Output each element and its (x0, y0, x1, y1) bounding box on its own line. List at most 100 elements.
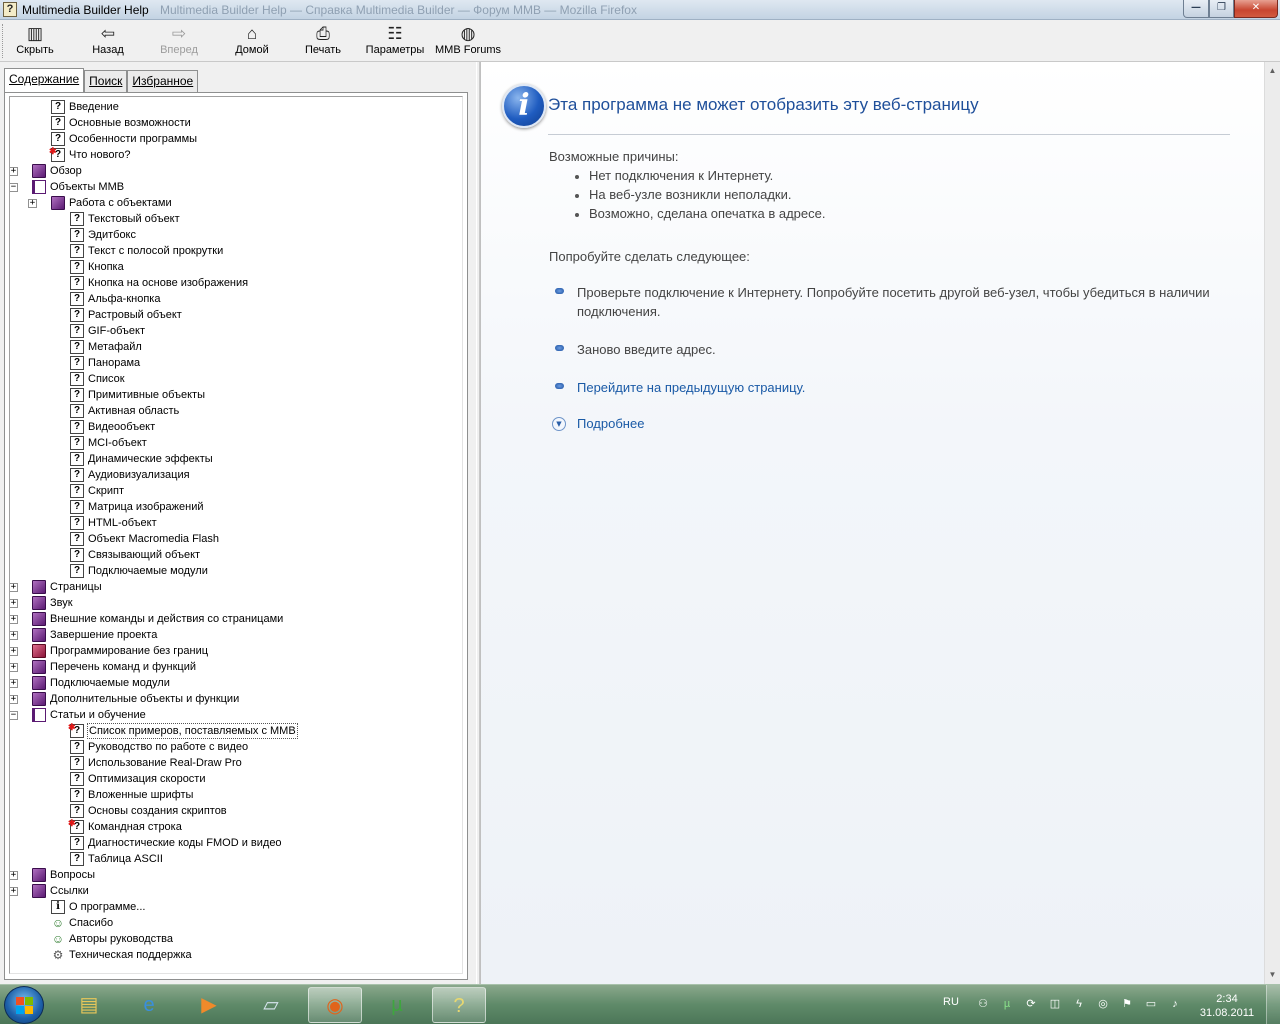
expand-icon[interactable]: + (10, 583, 18, 592)
expand-icon[interactable]: + (10, 887, 18, 896)
tree-item[interactable]: ? Командная строка (10, 817, 462, 835)
tree-item[interactable]: i О программе... (10, 899, 462, 915)
tree-item[interactable]: ? HTML-объект (10, 515, 462, 531)
show-desktop-button[interactable] (1266, 985, 1280, 1024)
collapse-icon[interactable]: − (10, 183, 18, 192)
tree-item[interactable]: ? Вложенные шрифты (10, 787, 462, 803)
tree-item[interactable]: ? MCI-объект (10, 435, 462, 451)
tree-item[interactable]: ? Основные возможности (10, 115, 462, 131)
tree-item[interactable]: + Программирование без границ (10, 643, 462, 659)
expand-icon[interactable]: + (10, 647, 18, 656)
tree-item[interactable]: + Работа с объектами (10, 195, 462, 211)
tree-item[interactable]: ? Панорама (10, 355, 462, 371)
tree-item[interactable]: − Статьи и обучение (10, 707, 462, 723)
tree-item[interactable]: ? Таблица ASCII (10, 851, 462, 867)
collapse-icon[interactable]: − (10, 711, 18, 720)
tab-search[interactable]: Поиск (84, 70, 128, 92)
tree-item[interactable]: ? Связывающий объект (10, 547, 462, 563)
tree-item[interactable]: ☺ Авторы руководства (10, 931, 462, 947)
tree-item[interactable]: ? Скрипт (10, 483, 462, 499)
tree-item[interactable]: ? Активная область (10, 403, 462, 419)
tree-item[interactable]: ? Что нового? (10, 145, 462, 163)
tree-item[interactable]: ? Метафайл (10, 339, 462, 355)
clock[interactable]: 2:34 31.08.2011 (1198, 992, 1256, 1020)
tree-item[interactable]: ? Растровый объект (10, 307, 462, 323)
tree-item[interactable]: + Вопросы (10, 867, 462, 883)
expand-icon[interactable]: + (10, 631, 18, 640)
tree-item[interactable]: ⚙ Техническая поддержка (10, 947, 462, 963)
tree-item[interactable]: ? Примитивные объекты (10, 387, 462, 403)
tree-item[interactable]: ? Основы создания скриптов (10, 803, 462, 819)
hide-button[interactable]: ▥ Скрыть (12, 24, 58, 60)
tree-item[interactable]: ? Динамические эффекты (10, 451, 462, 467)
tree-item[interactable]: ? Введение (10, 99, 462, 115)
tray-sync-icon[interactable]: ⟳ (1024, 997, 1038, 1011)
tray-utorrent-icon[interactable]: µ (1000, 997, 1014, 1011)
print-button[interactable]: ⎙ Печать (300, 24, 346, 60)
tree-item[interactable]: + Ссылки (10, 883, 462, 899)
taskbar-explorer-button[interactable]: ▤ (62, 987, 116, 1023)
close-button[interactable]: ✕ (1234, 0, 1278, 18)
tray-bolt-icon[interactable]: ϟ (1072, 997, 1086, 1011)
tree-item[interactable]: ? Руководство по работе с видео (10, 739, 462, 755)
forward-button[interactable]: ⇨ Вперед (156, 24, 202, 60)
expand-icon[interactable]: + (28, 199, 37, 208)
tree-item[interactable]: + Подключаемые модули (10, 675, 462, 691)
tray-flag-icon[interactable]: ⚑ (1120, 997, 1134, 1011)
previous-page-link[interactable]: Перейдите на предыдущую страницу. (577, 378, 1217, 397)
tree-item[interactable]: + Страницы (10, 579, 462, 595)
home-button[interactable]: ⌂ Домой (230, 24, 274, 60)
expand-icon[interactable]: + (10, 663, 18, 672)
tray-volume-icon[interactable]: ♪ (1168, 997, 1182, 1011)
expand-icon[interactable]: + (10, 615, 18, 624)
tree-item[interactable]: + Перечень команд и функций (10, 659, 462, 675)
taskbar-utorrent-button[interactable]: µ (370, 987, 424, 1023)
options-button[interactable]: ☷ Параметры (364, 24, 426, 60)
tree-item[interactable]: + Дополнительные объекты и функции (10, 691, 462, 707)
tree-item[interactable]: ? Кнопка на основе изображения (10, 275, 462, 291)
maximize-button[interactable]: ❐ (1209, 0, 1234, 18)
tree-item[interactable]: + Обзор (10, 163, 462, 179)
tree-item[interactable]: ? Видеообъект (10, 419, 462, 435)
tray-app-icon[interactable]: ◫ (1048, 997, 1062, 1011)
tab-contents[interactable]: Содержание (4, 68, 85, 92)
mmb-forums-button[interactable]: ◍ MMB Forums (434, 24, 502, 60)
taskbar-notes-button[interactable]: ▱ (244, 987, 298, 1023)
taskbar-media-player-button[interactable]: ▶ (182, 987, 236, 1023)
tree-item[interactable]: ? Объект Macromedia Flash (10, 531, 462, 547)
taskbar-internet-explorer-button[interactable]: e (122, 987, 176, 1023)
tray-disc-icon[interactable]: ◎ (1096, 997, 1110, 1011)
tree-item[interactable]: ? Текст с полосой прокрутки (10, 243, 462, 259)
expand-icon[interactable]: + (10, 695, 18, 704)
tab-favorites[interactable]: Избранное (127, 70, 199, 92)
taskbar-help-button[interactable]: ? (432, 987, 486, 1023)
expand-icon[interactable]: + (10, 599, 18, 608)
contents-tree-view[interactable]: ? Введение? Основные возможности? Особеннос… (9, 96, 463, 974)
minimize-button[interactable]: — (1183, 0, 1209, 18)
scroll-up-icon[interactable]: ▲ (1267, 64, 1278, 78)
taskbar-firefox-button[interactable]: ◉ (308, 987, 362, 1023)
tree-item[interactable]: ? Эдитбокс (10, 227, 462, 243)
language-indicator[interactable]: RU (943, 996, 959, 1008)
expand-icon[interactable]: + (10, 871, 18, 880)
tree-item[interactable]: ? Альфа-кнопка (10, 291, 462, 307)
title-bar[interactable]: ? Multimedia Builder Help Multimedia Bui… (0, 0, 1280, 20)
tray-monitor-icon[interactable]: ▭ (1144, 997, 1158, 1011)
tree-item[interactable]: ☺ Спасибо (10, 915, 462, 931)
tree-item[interactable]: ? Кнопка (10, 259, 462, 275)
expand-icon[interactable]: + (10, 167, 18, 176)
tree-item[interactable]: ?Список примеров, поставляемых с MMB (10, 721, 462, 739)
start-button[interactable] (4, 986, 44, 1024)
tree-item[interactable]: ? GIF-объект (10, 323, 462, 339)
tree-item[interactable]: ? Аудиовизуализация (10, 467, 462, 483)
tree-item[interactable]: + Завершение проекта (10, 627, 462, 643)
expand-icon[interactable]: + (10, 679, 18, 688)
back-button[interactable]: ⇦ Назад (86, 24, 130, 60)
tree-item[interactable]: ? Диагностические коды FMOD и видео (10, 835, 462, 851)
tree-item[interactable]: ? Матрица изображений (10, 499, 462, 515)
tree-item[interactable]: ? Оптимизация скорости (10, 771, 462, 787)
tree-item[interactable]: ? Текстовый объект (10, 211, 462, 227)
scroll-down-icon[interactable]: ▼ (1267, 968, 1278, 982)
tree-item[interactable]: − Объекты MMB (10, 179, 462, 195)
tray-network-icon[interactable]: ⚇ (976, 997, 990, 1011)
